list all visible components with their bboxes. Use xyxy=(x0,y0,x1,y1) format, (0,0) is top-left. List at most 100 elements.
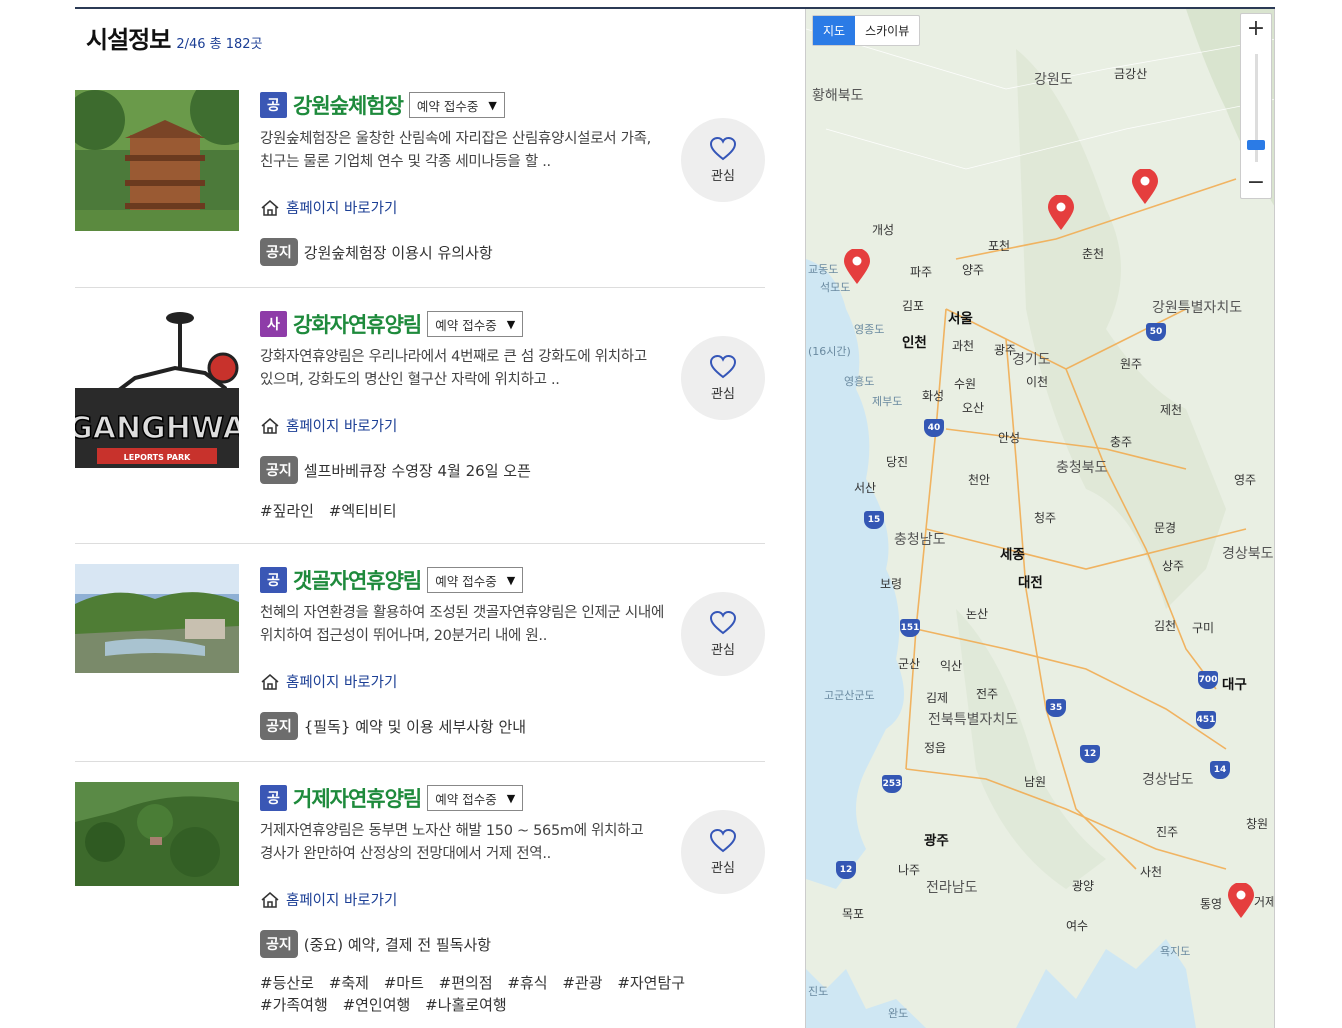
skyview-mode-button[interactable]: 스카이뷰 xyxy=(855,16,919,45)
map-label: 경기도 xyxy=(1012,352,1051,368)
notice-text[interactable]: 셀프바베큐장 수영장 4월 26일 오픈 xyxy=(304,460,531,481)
homepage-link[interactable]: 홈페이지 바로가기 xyxy=(260,889,397,910)
map-label: 수원 xyxy=(954,377,977,391)
highway-shield: 15 xyxy=(864,511,884,529)
highway-shield: 40 xyxy=(924,419,944,437)
facility-photo[interactable] xyxy=(75,90,239,231)
notice-row[interactable]: 공지 (중요) 예약, 결제 전 필독사항 xyxy=(260,930,491,958)
map-label: 욕지도 xyxy=(1160,945,1191,958)
tag[interactable]: #축제 xyxy=(329,974,369,992)
zoom-slider-handle[interactable] xyxy=(1247,140,1265,150)
favorite-button[interactable]: 관심 xyxy=(681,118,765,202)
facility-description: 천혜의 자연환경을 활용하여 조성된 갯골자연휴양림은 인제군 시내에 위치하여… xyxy=(260,605,665,644)
reservation-status-select[interactable]: 예약 접수중 ▼ xyxy=(427,567,524,593)
heart-icon xyxy=(710,610,736,634)
facility-logo[interactable]: GANGHWA LEPORTS PARK xyxy=(75,308,239,472)
facility-item: 공 강원숲체험장 예약 접수중 ▼ 강원숲체험장은 울창한 산림속에 자리잡은 … xyxy=(75,70,765,288)
map-label: 경상북도 xyxy=(1222,546,1274,562)
tag[interactable]: #자연탐구 xyxy=(617,974,685,992)
favorite-button[interactable]: 관심 xyxy=(681,336,765,420)
type-badge: 공 xyxy=(260,92,287,118)
tag[interactable]: #등산로 xyxy=(260,974,314,992)
favorite-button[interactable]: 관심 xyxy=(681,592,765,676)
map-pin-icon[interactable] xyxy=(842,249,872,285)
zoom-control: + − xyxy=(1240,13,1272,199)
map-pin-icon[interactable] xyxy=(1130,169,1160,205)
facility-title-link[interactable]: 강원숲체험장 xyxy=(293,90,404,120)
type-badge: 사 xyxy=(260,311,287,337)
map-pin-icon[interactable] xyxy=(1226,883,1256,919)
map-label: 광주 xyxy=(924,833,949,849)
favorite-label: 관심 xyxy=(711,860,735,876)
tag[interactable]: #마트 xyxy=(384,974,424,992)
facility-title-link[interactable]: 거제자연휴양림 xyxy=(293,783,422,813)
facility-photo[interactable] xyxy=(75,564,239,673)
tag[interactable]: #관광 xyxy=(562,974,602,992)
map-mode-button[interactable]: 지도 xyxy=(813,16,856,45)
favorite-label: 관심 xyxy=(711,386,735,402)
homepage-link[interactable]: 홈페이지 바로가기 xyxy=(260,415,397,436)
reservation-status-select[interactable]: 예약 접수중 ▼ xyxy=(408,92,505,118)
map-label: 경상남도 xyxy=(1142,772,1194,788)
map-label: 서울 xyxy=(948,311,973,327)
highway-shield: 35 xyxy=(1046,699,1066,717)
notice-text[interactable]: 강원숲체험장 이용시 유의사항 xyxy=(304,242,493,263)
page-header: 시설정보 2/46 총 182곳 xyxy=(86,20,263,55)
tag[interactable]: #편의점 xyxy=(439,974,493,992)
homepage-link[interactable]: 홈페이지 바로가기 xyxy=(260,671,397,692)
heart-icon xyxy=(710,136,736,160)
zoom-out-button[interactable]: − xyxy=(1241,168,1271,198)
tag[interactable]: #나홀로여행 xyxy=(425,996,507,1014)
map-label: 나주 xyxy=(898,863,921,877)
homepage-link[interactable]: 홈페이지 바로가기 xyxy=(260,197,397,218)
facility-title-link[interactable]: 강화자연휴양림 xyxy=(293,309,422,339)
map-label: 논산 xyxy=(966,607,989,621)
zoom-in-button[interactable]: + xyxy=(1241,14,1271,44)
facility-list: 공 강원숲체험장 예약 접수중 ▼ 강원숲체험장은 울창한 산림속에 자리잡은 … xyxy=(75,70,765,1028)
result-count: 2/46 총 182곳 xyxy=(176,37,263,52)
map-label: 강원특별자치도 xyxy=(1152,300,1243,316)
highway-shield: 12 xyxy=(836,861,856,879)
reservation-status-select[interactable]: 예약 접수중 ▼ xyxy=(427,311,524,337)
notice-row[interactable]: 공지 강원숲체험장 이용시 유의사항 xyxy=(260,238,493,266)
reservation-status-select[interactable]: 예약 접수중 ▼ xyxy=(427,785,524,811)
facility-description: 거제자연휴양림은 동부면 노자산 해발 150 ~ 565m에 위치하고 경사가… xyxy=(260,823,644,862)
facility-photo[interactable] xyxy=(75,782,239,886)
tag[interactable]: #연인여행 xyxy=(343,996,411,1014)
map-label: 영종도 xyxy=(854,323,885,336)
map-label: 구미 xyxy=(1192,621,1215,635)
tag[interactable]: #짚라인 xyxy=(260,502,314,520)
facility-title-row: 공 강원숲체험장 예약 접수중 ▼ xyxy=(260,90,505,120)
map-pin-icon[interactable] xyxy=(1046,195,1076,231)
map-label: 진주 xyxy=(1156,825,1179,839)
map-label: 전라남도 xyxy=(926,880,978,896)
map-label: 대전 xyxy=(1018,575,1043,591)
notice-badge: 공지 xyxy=(260,712,298,740)
status-label: 예약 접수중 xyxy=(416,98,479,114)
homepage-label: 홈페이지 바로가기 xyxy=(286,419,398,435)
status-label: 예약 접수중 xyxy=(435,317,497,333)
notice-badge: 공지 xyxy=(260,930,298,958)
map-view[interactable]: 지도 스카이뷰 + − 황해북도 강원도 금강산 개성 포천 춘천 파주 양주 … xyxy=(805,9,1275,1028)
map-label: 여수 xyxy=(1066,919,1089,933)
notice-text[interactable]: {필독} 예약 및 이용 세부사항 안내 xyxy=(304,716,526,737)
type-badge: 공 xyxy=(260,567,287,593)
logo-text: GANGHWA xyxy=(75,411,239,446)
home-icon xyxy=(261,891,279,908)
home-icon xyxy=(261,417,279,434)
tag[interactable]: #가족여행 xyxy=(260,996,328,1014)
highway-shield: 12 xyxy=(1080,745,1100,763)
facility-title-link[interactable]: 갯골자연휴양림 xyxy=(293,565,422,595)
map-label: 천안 xyxy=(968,473,991,487)
tag[interactable]: #휴식 xyxy=(507,974,547,992)
map-label: 정읍 xyxy=(924,741,947,755)
notice-row[interactable]: 공지 {필독} 예약 및 이용 세부사항 안내 xyxy=(260,712,526,740)
tag-list: #등산로 #축제 #마트 #편의점 #휴식 #관광 #자연탐구 #가족여행 #연… xyxy=(260,972,740,1016)
map-label: 김포 xyxy=(902,299,925,313)
map-label: 서산 xyxy=(854,481,877,495)
map-label: 군산 xyxy=(898,657,921,671)
notice-text[interactable]: (중요) 예약, 결제 전 필독사항 xyxy=(304,934,491,955)
notice-row[interactable]: 공지 셀프바베큐장 수영장 4월 26일 오픈 xyxy=(260,456,531,484)
tag[interactable]: #엑티비티 xyxy=(329,502,397,520)
favorite-button[interactable]: 관심 xyxy=(681,810,765,894)
